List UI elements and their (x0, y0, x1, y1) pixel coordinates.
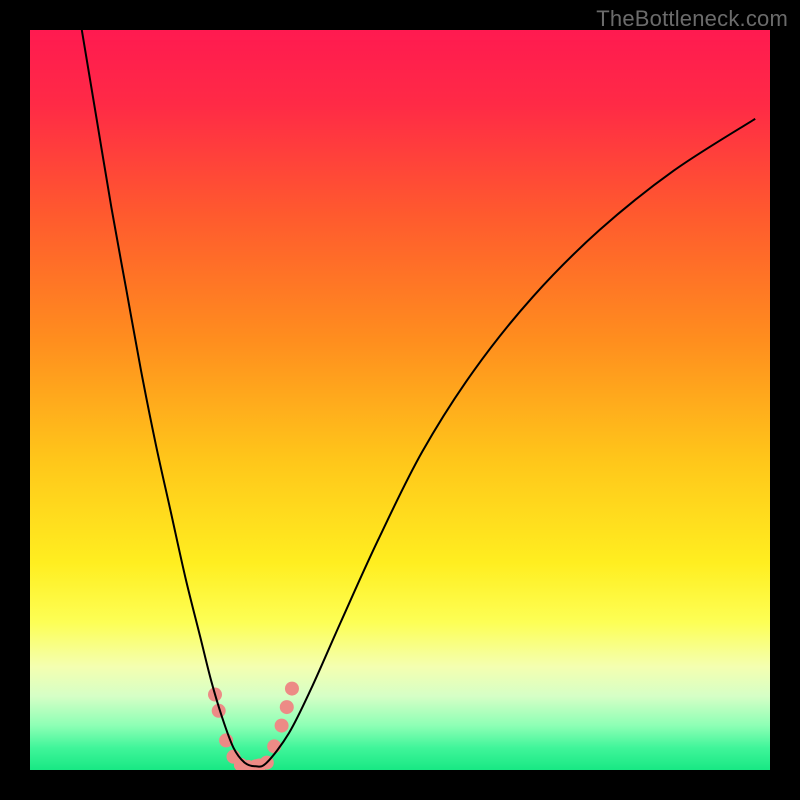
plot-area (30, 30, 770, 770)
curve-layer (30, 30, 770, 770)
chart-frame: TheBottleneck.com (0, 0, 800, 800)
watermark-text: TheBottleneck.com (596, 6, 788, 32)
sample-dot (275, 719, 289, 733)
bottleneck-curve (82, 30, 755, 767)
sample-dot (280, 700, 294, 714)
sample-dot (285, 682, 299, 696)
sample-dots-group (208, 682, 299, 770)
